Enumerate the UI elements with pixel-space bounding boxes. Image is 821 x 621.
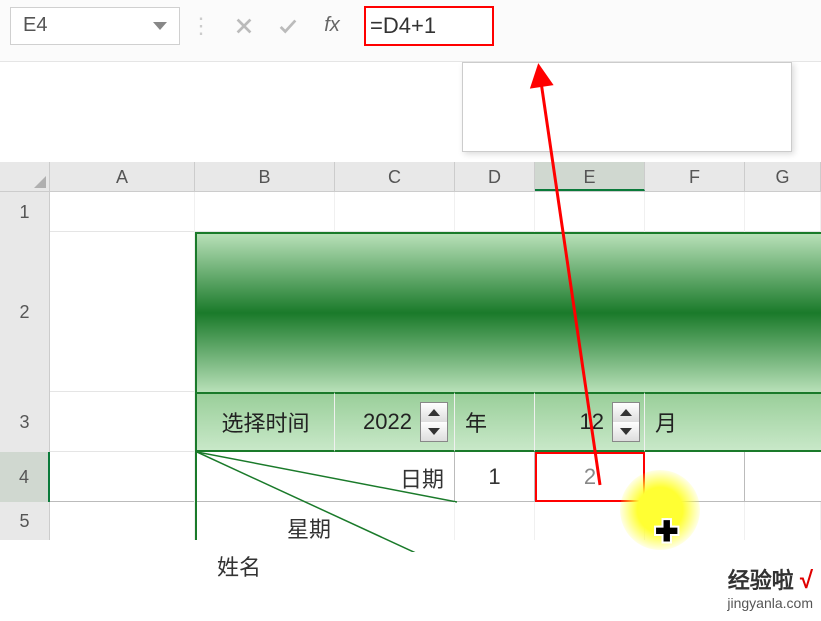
month-spinner[interactable]: [612, 402, 640, 442]
column-headers: A B C D E F G: [0, 162, 821, 192]
month-value: 12: [580, 409, 604, 435]
fx-label: fx: [324, 14, 340, 37]
select-time-label: 选择时间: [221, 406, 309, 438]
e4-value: 2: [584, 464, 596, 490]
fx-button[interactable]: fx: [310, 7, 354, 45]
cell-D1[interactable]: [455, 192, 535, 232]
cancel-button[interactable]: [222, 7, 266, 45]
month-spinner-down[interactable]: [613, 422, 639, 441]
col-header-G[interactable]: G: [745, 162, 821, 191]
col-header-A[interactable]: A: [50, 162, 195, 191]
cell-B4C4-diagonal[interactable]: 日期 星期 姓名: [195, 452, 455, 502]
year-spinner-down[interactable]: [421, 422, 447, 441]
row-header-1[interactable]: 1: [0, 192, 50, 232]
cell-D4[interactable]: 1: [455, 452, 535, 502]
watermark-check-icon: √: [800, 567, 813, 594]
row-1: 1: [0, 192, 821, 232]
row-4: 4 日期 星期 姓名 1 2: [0, 452, 821, 502]
formula-input[interactable]: =D4+1: [370, 13, 436, 39]
year-spinner[interactable]: [420, 402, 448, 442]
watermark: 经验啦 √ jingyanla.com: [727, 563, 813, 611]
watermark-text: 经验啦: [728, 568, 794, 593]
row-2: 2: [0, 232, 821, 392]
row-header-5[interactable]: 5: [0, 502, 50, 540]
cell-G1[interactable]: [745, 192, 821, 232]
row-header-4[interactable]: 4: [0, 452, 50, 502]
check-icon: [277, 15, 299, 37]
confirm-button[interactable]: [266, 7, 310, 45]
formula-bar: E4 ⋮ fx =D4+1: [0, 0, 821, 62]
row-header-2[interactable]: 2: [0, 232, 50, 392]
select-all-corner[interactable]: [0, 162, 50, 191]
cell-F1[interactable]: [645, 192, 745, 232]
year-value: 2022: [363, 409, 412, 435]
cell-A4[interactable]: [50, 452, 195, 502]
name-label: 姓名: [217, 550, 261, 582]
name-box-dropdown-icon[interactable]: [153, 22, 167, 30]
cell-E3[interactable]: 12: [535, 392, 645, 452]
cell-D5[interactable]: [455, 502, 535, 540]
col-header-B[interactable]: B: [195, 162, 335, 191]
col-header-D[interactable]: D: [455, 162, 535, 191]
banner-merged-cell[interactable]: [195, 232, 821, 392]
separator: ⋮: [186, 13, 216, 39]
cell-reference: E4: [23, 14, 47, 37]
cell-F3G3[interactable]: 月: [645, 392, 821, 452]
d4-value: 1: [488, 464, 500, 490]
cell-E1[interactable]: [535, 192, 645, 232]
cell-A5[interactable]: [50, 502, 195, 540]
fill-handle-cursor-icon: ✚: [655, 515, 678, 548]
formula-dropdown-panel: [462, 62, 792, 152]
row-3: 3 选择时间 2022 年 12: [0, 392, 821, 452]
close-icon: [233, 15, 255, 37]
cell-A2[interactable]: [50, 232, 195, 392]
col-header-C[interactable]: C: [335, 162, 455, 191]
month-spinner-up[interactable]: [613, 403, 639, 422]
cell-B1[interactable]: [195, 192, 335, 232]
cell-D3[interactable]: 年: [455, 392, 535, 452]
cell-A3[interactable]: [50, 392, 195, 452]
row-header-3[interactable]: 3: [0, 392, 50, 452]
cell-B5C5[interactable]: [195, 502, 455, 540]
name-box[interactable]: E4: [10, 7, 180, 45]
cell-A1[interactable]: [50, 192, 195, 232]
cell-C1[interactable]: [335, 192, 455, 232]
cell-B3[interactable]: 选择时间: [195, 392, 335, 452]
watermark-url: jingyanla.com: [727, 595, 813, 611]
col-header-E[interactable]: E: [535, 162, 645, 191]
month-unit: 月: [655, 406, 677, 438]
year-unit: 年: [465, 406, 487, 438]
cell-G4[interactable]: [745, 452, 821, 502]
formula-input-highlight: =D4+1: [364, 6, 494, 46]
spreadsheet-grid: A B C D E F G 1 2 3 选择时间: [0, 162, 821, 540]
cell-C3[interactable]: 2022: [335, 392, 455, 452]
cell-G5[interactable]: [745, 502, 821, 540]
col-header-F[interactable]: F: [645, 162, 745, 191]
date-label: 日期: [400, 462, 444, 494]
year-spinner-up[interactable]: [421, 403, 447, 422]
